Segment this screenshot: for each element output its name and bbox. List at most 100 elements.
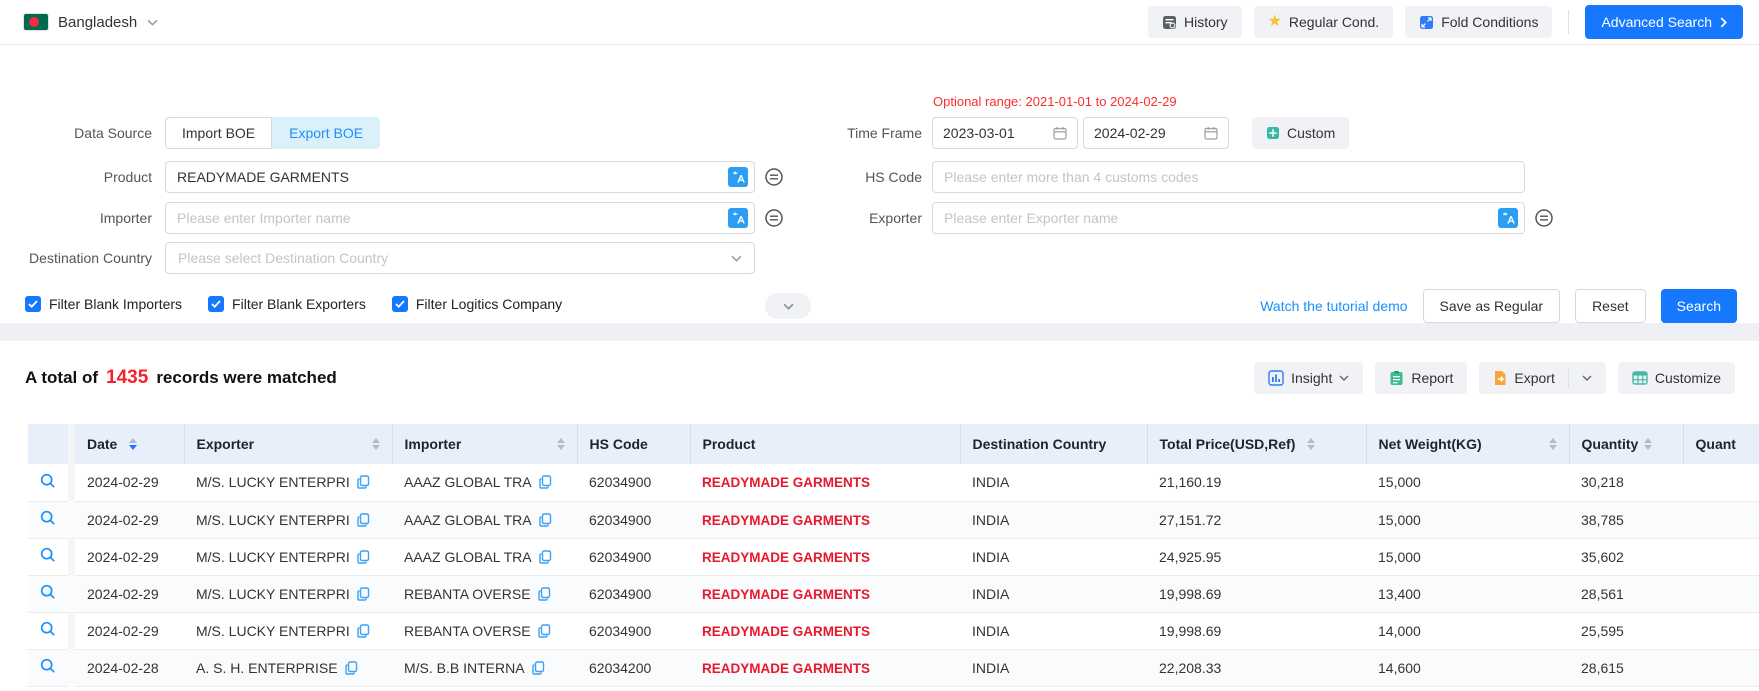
header-action (28, 424, 68, 464)
filter-blank-importers-checkbox[interactable]: Filter Blank Importers (25, 296, 182, 312)
header-total-price[interactable]: Total Price(USD,Ref) (1147, 424, 1366, 464)
export-label: Export (1514, 370, 1554, 386)
copy-icon[interactable] (538, 624, 551, 638)
header-net-weight[interactable]: Net Weight(KG) (1366, 424, 1569, 464)
translate-icon[interactable] (1498, 208, 1518, 228)
header-product[interactable]: Product (690, 424, 960, 464)
cell-total-price: 19,998.69 (1147, 575, 1366, 612)
insight-button[interactable]: Insight (1254, 362, 1363, 394)
cell-product: READYMADE GARMENTS (690, 538, 960, 575)
copy-icon[interactable] (357, 513, 370, 527)
header-date[interactable]: Date (75, 424, 184, 464)
report-button[interactable]: Report (1375, 362, 1467, 394)
row-detail-button[interactable] (28, 538, 68, 575)
cell-destination: INDIA (960, 649, 1147, 686)
results-summary: A total of 1435 records were matched (25, 367, 337, 389)
copy-icon[interactable] (357, 587, 370, 601)
hs-code-input[interactable] (932, 161, 1525, 193)
header-importer[interactable]: Importer (392, 424, 577, 464)
copy-icon[interactable] (357, 475, 370, 489)
row-detail-button[interactable] (28, 501, 68, 538)
header-exporter[interactable]: Exporter (184, 424, 392, 464)
cell-hs-code: 62034900 (577, 612, 690, 649)
header-destination-country[interactable]: Destination Country (960, 424, 1147, 464)
importer-input[interactable] (165, 202, 755, 234)
chevron-down-icon[interactable] (1582, 375, 1592, 381)
customize-button[interactable]: Customize (1618, 362, 1735, 394)
import-boe-tab[interactable]: Import BOE (165, 117, 272, 149)
search-form: Optional range: 2021-01-01 to 2024-02-29… (0, 45, 1759, 323)
cell-total-price: 21,160.19 (1147, 464, 1366, 501)
copy-icon[interactable] (532, 661, 545, 675)
cell-importer: AAAZ GLOBAL TRA (392, 538, 577, 575)
sort-icon (1307, 438, 1315, 450)
exporter-input[interactable] (932, 202, 1525, 234)
row-detail-button[interactable] (28, 575, 68, 612)
destination-country-select[interactable]: Please select Destination Country (165, 242, 755, 274)
cell-net-weight: 14,000 (1366, 612, 1569, 649)
chevron-down-icon (1339, 375, 1349, 381)
copy-icon[interactable] (539, 550, 552, 564)
results-table: Date Exporter Importer HS Code Product D… (28, 424, 1759, 687)
copy-icon[interactable] (345, 661, 358, 675)
copy-icon[interactable] (357, 550, 370, 564)
cell-importer: REBANTA OVERSE (392, 612, 577, 649)
checkbox-checked-icon (25, 296, 41, 312)
sort-icon (557, 438, 565, 450)
filter-blank-exporters-checkbox[interactable]: Filter Blank Exporters (208, 296, 366, 312)
magnifier-icon (40, 658, 56, 674)
fold-conditions-button[interactable]: Fold Conditions (1405, 6, 1552, 38)
history-icon (1162, 15, 1177, 30)
export-icon (1493, 370, 1507, 386)
fuzzy-match-icon[interactable] (1534, 208, 1554, 228)
row-detail-button[interactable] (28, 464, 68, 501)
cell-exporter: A. S. H. ENTERPRISE (184, 649, 392, 686)
translate-icon[interactable] (728, 208, 748, 228)
cell-date: 2024-02-29 (75, 501, 184, 538)
collapse-conditions-button[interactable] (765, 293, 811, 319)
regular-cond-button[interactable]: ★ Regular Cond. (1254, 6, 1394, 38)
date-from-picker[interactable]: 2023-03-01 (932, 117, 1078, 149)
optional-range-text: Optional range: 2021-01-01 to 2024-02-29 (933, 94, 1177, 109)
report-icon (1389, 370, 1404, 386)
row-detail-button[interactable] (28, 649, 68, 686)
translate-icon[interactable] (728, 167, 748, 187)
tutorial-demo-link[interactable]: Watch the tutorial demo (1260, 298, 1407, 314)
country-selector[interactable]: Bangladesh (24, 14, 158, 31)
cell-quantity: 35,602 (1569, 538, 1683, 575)
header-hs-code[interactable]: HS Code (577, 424, 690, 464)
row-detail-button[interactable] (28, 612, 68, 649)
cell-total-price: 19,998.69 (1147, 612, 1366, 649)
header-quant-cut[interactable]: Quant (1683, 424, 1759, 464)
total-suffix: records were matched (156, 368, 336, 388)
cell-net-weight: 15,000 (1366, 464, 1569, 501)
copy-icon[interactable] (538, 587, 551, 601)
reset-button[interactable]: Reset (1575, 289, 1646, 323)
product-input[interactable] (165, 161, 755, 193)
advanced-search-button[interactable]: Advanced Search (1585, 5, 1743, 39)
cell-hs-code: 62034200 (577, 649, 690, 686)
insight-label: Insight (1291, 370, 1332, 386)
copy-icon[interactable] (539, 513, 552, 527)
export-boe-tab[interactable]: Export BOE (272, 117, 380, 149)
destination-country-label: Destination Country (0, 242, 152, 274)
save-as-regular-button[interactable]: Save as Regular (1423, 289, 1561, 323)
date-to-picker[interactable]: 2024-02-29 (1083, 117, 1229, 149)
export-button[interactable]: Export (1479, 362, 1605, 394)
custom-range-button[interactable]: Custom (1252, 117, 1349, 149)
cell-quant-cut (1683, 649, 1759, 686)
copy-icon[interactable] (539, 475, 552, 489)
cell-exporter: M/S. LUCKY ENTERPRI (184, 575, 392, 612)
bangladesh-flag-icon (24, 14, 48, 30)
header-quantity[interactable]: Quantity (1569, 424, 1683, 464)
search-button[interactable]: Search (1661, 289, 1737, 323)
insight-icon (1268, 370, 1284, 386)
copy-icon[interactable] (357, 624, 370, 638)
cell-exporter: M/S. LUCKY ENTERPRI (184, 612, 392, 649)
table-row: 2024-02-29 M/S. LUCKY ENTERPRI AAAZ GLOB… (28, 501, 1759, 538)
history-button[interactable]: History (1148, 6, 1242, 38)
chevron-down-icon (731, 255, 742, 262)
star-icon: ★ (1268, 14, 1282, 30)
filter-logitics-company-checkbox[interactable]: Filter Logitics Company (392, 296, 562, 312)
cell-net-weight: 15,000 (1366, 538, 1569, 575)
